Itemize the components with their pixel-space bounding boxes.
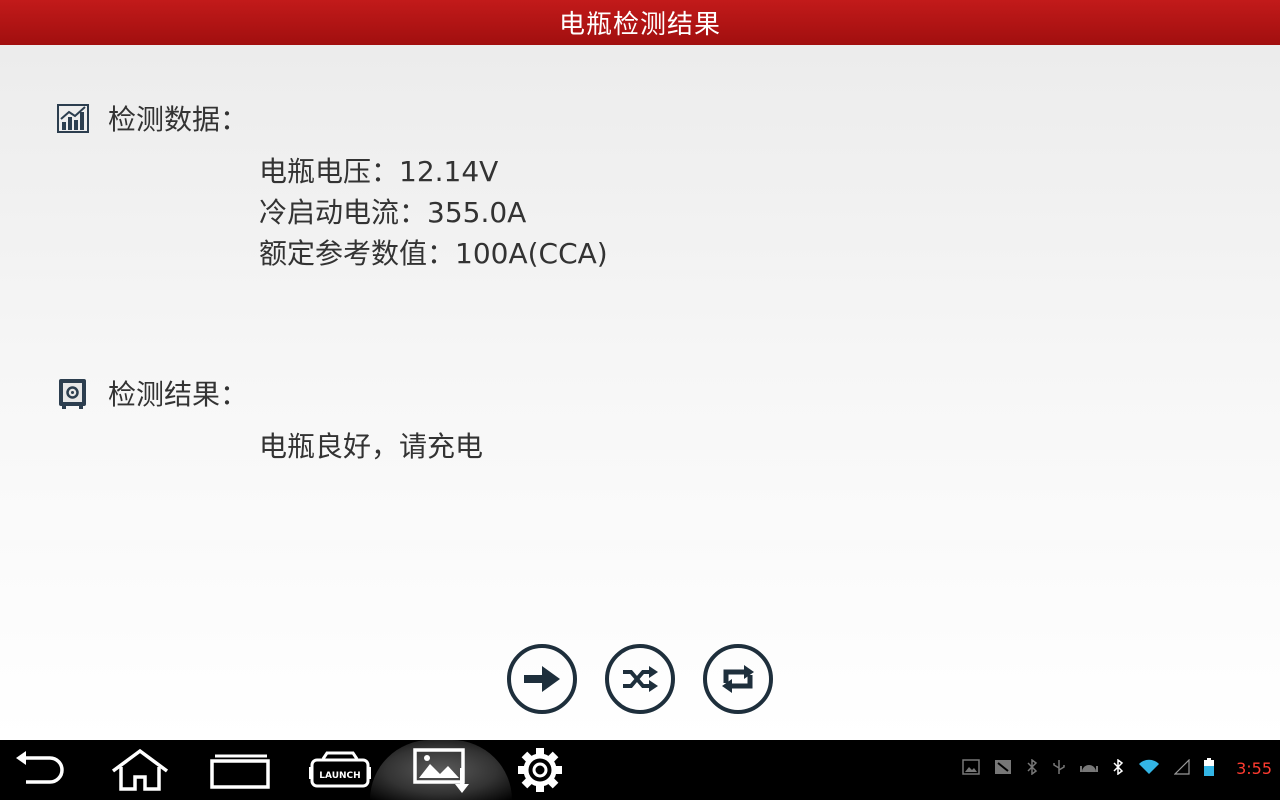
rated-reference-text: 额定参考数值：100A(CCA) [259,237,608,270]
system-nav-bar: LAUNCH 3:55 [0,740,1280,800]
launch-button[interactable]: LAUNCH [308,740,372,800]
repeat-button[interactable] [703,644,773,714]
shuffle-icon [623,666,658,692]
battery-icon [1204,758,1214,776]
launch-icon: LAUNCH [309,751,371,788]
bluetooth-icon [1113,759,1124,775]
recent-apps-icon [210,754,270,789]
clock: 3:55 [1236,759,1272,778]
main-content: 检测数据： 电瓶电压：12.14V 冷启动电流：355.0A 额定参考数值：10… [0,45,1280,740]
data-values: 电瓶电压：12.14V 冷启动电流：355.0A 额定参考数值：100A(CCA… [259,151,608,274]
screenshot-notification-icon [995,760,1011,774]
bluetooth-notification-icon [1027,759,1038,775]
repeat-icon [722,665,754,693]
back-button[interactable] [10,740,70,800]
safe-icon [57,377,89,409]
data-section-header: 检测数据： [57,98,248,138]
page-title: 电瓶检测结果 [558,10,721,40]
screenshot-button[interactable] [408,740,474,800]
action-buttons [507,644,773,714]
screenshot-icon [413,748,469,793]
status-icons [962,758,1214,776]
recent-apps-button[interactable] [208,740,272,800]
launch-text: LAUNCH [319,771,360,781]
cold-cranking-current-text: 冷启动电流：355.0A [259,196,527,229]
battery-voltage-text: 电瓶电压：12.14V [259,155,499,188]
title-bar: 电瓶检测结果 [0,0,1280,45]
signal-icon [1174,759,1190,775]
android-debug-icon [1080,765,1098,772]
home-icon [111,748,169,791]
chart-icon [57,102,89,134]
next-button[interactable] [507,644,577,714]
gallery-notification-icon [962,759,980,775]
result-section-label: 检测结果： [108,378,249,411]
usb-icon [1053,760,1065,774]
result-section-header: 检测结果： [57,373,248,413]
result-value: 电瓶良好，请充电 [259,426,483,467]
data-section-label: 检测数据： [108,103,249,136]
wifi-icon [1139,759,1159,774]
back-icon [16,751,64,784]
settings-button[interactable] [514,740,566,800]
shuffle-button[interactable] [605,644,675,714]
gear-icon [518,748,562,792]
arrow-right-icon [524,666,560,692]
home-button[interactable] [108,740,172,800]
result-text: 电瓶良好，请充电 [259,430,484,463]
